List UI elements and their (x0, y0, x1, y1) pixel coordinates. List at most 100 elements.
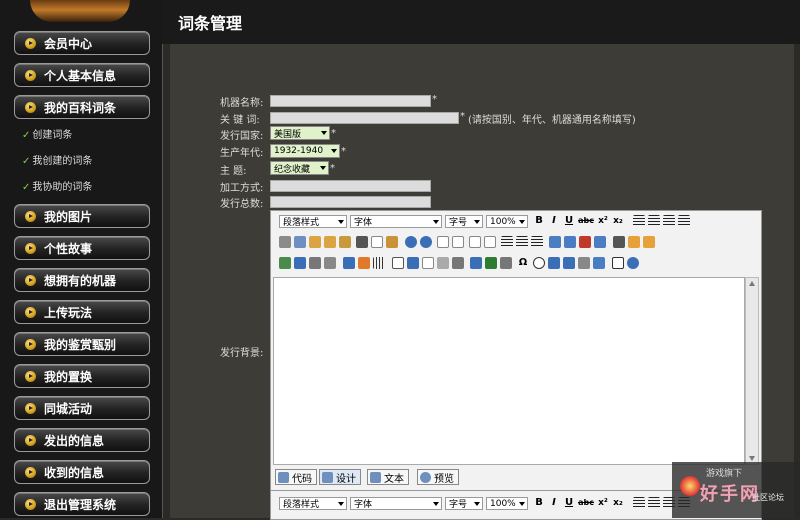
total-input[interactable] (270, 196, 431, 208)
machine-name-input[interactable] (270, 95, 431, 107)
attachment-icon[interactable] (324, 257, 336, 269)
insert-col-icon[interactable] (643, 236, 655, 248)
sub-item-my-created[interactable]: ✓ 我创建的词条 (22, 152, 92, 167)
text-color-icon[interactable] (549, 236, 561, 248)
process-input[interactable] (270, 180, 431, 192)
link-icon[interactable] (452, 257, 464, 269)
mode-design-button[interactable]: 设计 (319, 469, 361, 485)
nav-upload-play[interactable]: 上传玩法 (14, 300, 150, 324)
symbol-icon[interactable] (500, 257, 512, 269)
superscript-button[interactable]: x² (597, 214, 609, 228)
highlight-icon[interactable] (579, 236, 591, 248)
bold-button[interactable]: B (533, 496, 545, 510)
indent-icon[interactable] (437, 236, 449, 248)
nav-my-pictures[interactable]: 我的图片 (14, 204, 150, 228)
editor-content-area[interactable] (273, 277, 745, 465)
paragraph-style-select[interactable]: 段落样式 (279, 497, 347, 510)
anchor-icon[interactable] (470, 257, 482, 269)
country-select[interactable]: 美国版 (270, 126, 330, 140)
align-justify-icon[interactable] (678, 215, 690, 227)
image-icon[interactable] (279, 257, 291, 269)
outdent-icon[interactable] (452, 236, 464, 248)
bold-button[interactable]: B (533, 214, 545, 228)
list-icon[interactable] (501, 236, 513, 248)
underline-button[interactable]: U (563, 214, 575, 228)
mode-code-button[interactable]: 代码 (275, 469, 317, 485)
grid-icon[interactable] (373, 257, 385, 269)
strikethrough-button[interactable]: abc (577, 214, 595, 228)
text-direction-icon[interactable] (548, 257, 560, 269)
format-icon[interactable] (594, 236, 606, 248)
undo-icon[interactable] (405, 236, 417, 248)
align-left-icon[interactable] (633, 497, 645, 509)
align-center-icon[interactable] (648, 497, 660, 509)
info-icon[interactable] (627, 257, 639, 269)
sub-item-my-assisted[interactable]: ✓ 我协助的词条 (22, 178, 92, 193)
paragraph-style-select[interactable]: 段落样式 (279, 215, 347, 228)
fullscreen-icon[interactable] (612, 257, 624, 269)
italic-button[interactable]: I (548, 496, 560, 510)
preview-page-icon[interactable] (593, 257, 605, 269)
insert-row-icon[interactable] (628, 236, 640, 248)
zoom-select[interactable]: 100% (486, 497, 528, 510)
strikethrough-button[interactable]: abc (577, 496, 595, 510)
editor-scrollbar[interactable] (745, 277, 759, 465)
date-icon[interactable] (578, 257, 590, 269)
zoom-select[interactable]: 100% (486, 215, 528, 228)
block-indent-icon[interactable] (531, 236, 543, 248)
cut-icon[interactable] (279, 236, 291, 248)
nav-sent-messages[interactable]: 发出的信息 (14, 428, 150, 452)
nav-local-events[interactable]: 同城活动 (14, 396, 150, 420)
ordered-list-icon[interactable] (469, 236, 481, 248)
paste-text-icon[interactable] (324, 236, 336, 248)
nav-stories[interactable]: 个性故事 (14, 236, 150, 260)
sub-item-create-entry[interactable]: ✓ 创建词条 (22, 126, 72, 141)
emoticon-icon[interactable] (533, 257, 545, 269)
paragraph-icon[interactable] (563, 257, 575, 269)
align-center-icon[interactable] (648, 215, 660, 227)
bullet-list-icon[interactable] (516, 236, 528, 248)
year-select[interactable]: 1932-1940 (270, 144, 340, 158)
textfield-icon[interactable] (437, 257, 449, 269)
nav-logout[interactable]: 退出管理系统 (14, 492, 150, 516)
flash-icon[interactable] (294, 257, 306, 269)
align-left-icon[interactable] (633, 215, 645, 227)
frame-icon[interactable] (392, 257, 404, 269)
nav-appraisal[interactable]: 我的鉴赏甄别 (14, 332, 150, 356)
clean-format-icon[interactable] (386, 236, 398, 248)
theme-select[interactable]: 纪念收藏 (270, 161, 329, 175)
mode-text-button[interactable]: 文本 (367, 469, 409, 485)
nav-wanted-machines[interactable]: 想拥有的机器 (14, 268, 150, 292)
form-icon[interactable] (407, 257, 419, 269)
redo-icon[interactable] (420, 236, 432, 248)
underline-button[interactable]: U (563, 496, 575, 510)
find-icon[interactable] (356, 236, 368, 248)
media-icon[interactable] (309, 257, 321, 269)
copy-icon[interactable] (294, 236, 306, 248)
nav-personal-info[interactable]: 个人基本信息 (14, 63, 150, 87)
nav-exchange[interactable]: 我的置换 (14, 364, 150, 388)
font-size-select[interactable]: 字号 (445, 497, 483, 510)
map-icon[interactable] (485, 257, 497, 269)
font-select[interactable]: 字体 (350, 497, 442, 510)
nav-my-entries[interactable]: 我的百科词条 (14, 95, 150, 119)
unordered-list-icon[interactable] (484, 236, 496, 248)
keywords-input[interactable] (270, 112, 459, 124)
special-char-button[interactable]: Ω (517, 256, 529, 270)
layer-icon[interactable] (358, 257, 370, 269)
template-icon[interactable] (343, 257, 355, 269)
superscript-button[interactable]: x² (597, 496, 609, 510)
italic-button[interactable]: I (548, 214, 560, 228)
bg-color-icon[interactable] (564, 236, 576, 248)
nav-member-center[interactable]: 会员中心 (14, 31, 150, 55)
subscript-button[interactable]: x₂ (612, 496, 624, 510)
font-select[interactable]: 字体 (350, 215, 442, 228)
align-right-icon[interactable] (663, 215, 675, 227)
replace-icon[interactable] (371, 236, 383, 248)
paste-word-icon[interactable] (339, 236, 351, 248)
mode-preview-button[interactable]: 预览 (417, 469, 459, 485)
checkbox-icon[interactable] (422, 257, 434, 269)
table-icon[interactable] (613, 236, 625, 248)
font-size-select[interactable]: 字号 (445, 215, 483, 228)
paste-icon[interactable] (309, 236, 321, 248)
